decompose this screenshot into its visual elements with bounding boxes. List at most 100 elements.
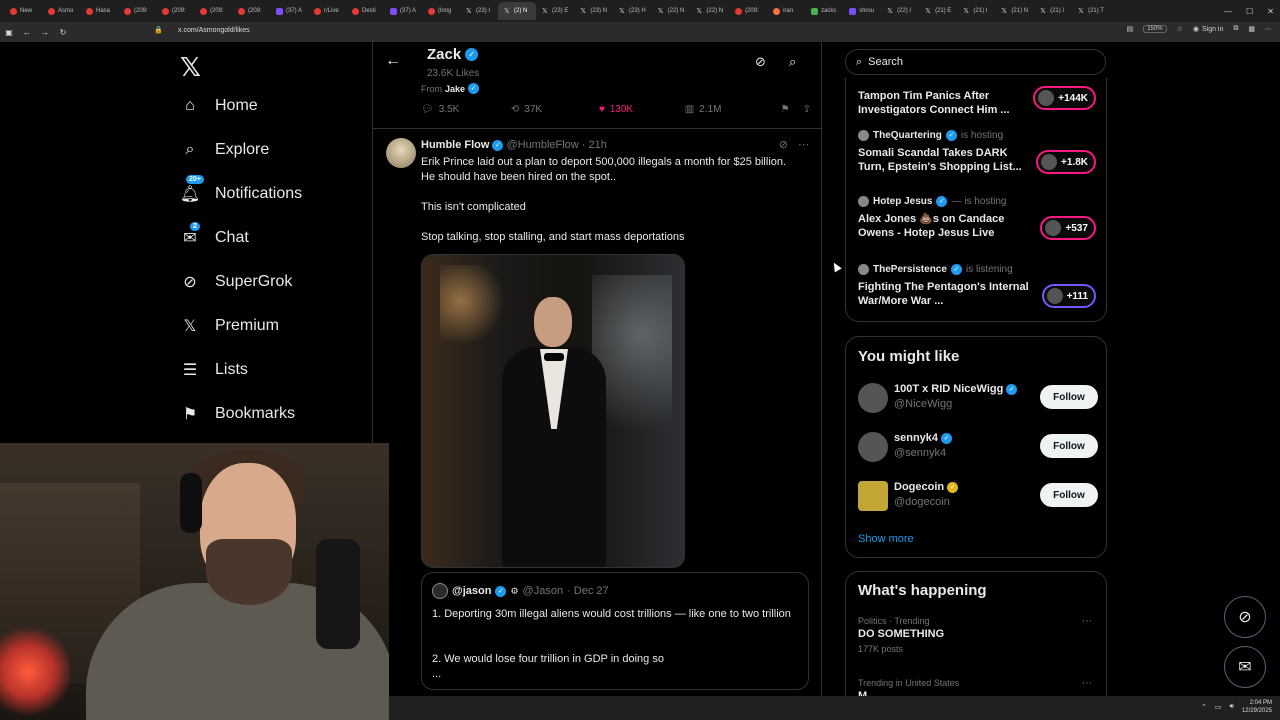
back-icon[interactable]: ← <box>18 28 36 37</box>
like-button[interactable]: ♥ 130K <box>599 104 685 115</box>
browser-tab[interactable]: 𝕏 (21) T <box>1072 2 1110 20</box>
grok-fab-icon[interactable]: ⊘ <box>1224 596 1266 638</box>
forward-icon[interactable]: → <box>36 28 54 37</box>
nav-item-home[interactable]: ⌂ Home <box>180 96 258 116</box>
suggested-account[interactable]: Dogecoin ✓ @dogecoin Follow <box>858 479 1098 513</box>
follow-button[interactable]: Follow <box>1040 483 1098 507</box>
show-more-link[interactable]: Show more <box>858 533 914 545</box>
site-info-icon[interactable]: 🔒 <box>154 26 163 34</box>
menu-icon[interactable]: ⋯ <box>1265 25 1272 33</box>
browser-tab[interactable]: 𝕏 (23) H <box>613 2 652 20</box>
browser-tab[interactable]: 𝕏 (23) I <box>460 2 498 20</box>
space-listeners-pill[interactable]: +144K <box>1033 86 1096 110</box>
nav-item-explore[interactable]: ⌕ Explore <box>180 140 270 160</box>
live-space-item[interactable]: Hotep Jesus ✓ — is hosting Alex Jones 💩s on… <box>858 196 1098 240</box>
suggested-account[interactable]: sennyk4 ✓ @sennyk4 Follow <box>858 430 1098 464</box>
browser-tab[interactable]: shrou <box>843 2 881 20</box>
avatar[interactable] <box>386 138 416 168</box>
close-icon[interactable]: ✕ <box>1267 7 1274 16</box>
volume-icon[interactable]: 🔊︎ <box>1230 703 1234 711</box>
from-name[interactable]: Jake <box>445 84 465 94</box>
more-icon[interactable]: ⋯ <box>1082 616 1092 627</box>
collections-icon[interactable]: ▦ <box>1248 25 1255 33</box>
browser-tab[interactable]: 𝕏 (22) N <box>690 2 729 20</box>
tweet-time[interactable]: · 21h <box>582 139 607 151</box>
views-button[interactable]: ▥ 2.1M <box>685 104 781 115</box>
twitch-icon <box>390 7 398 15</box>
browser-tab[interactable]: (209: <box>729 2 767 20</box>
zoom-indicator[interactable]: 150% <box>1143 25 1167 33</box>
live-space-item[interactable]: TheQuartering ✓ is hosting Somali Scandal T… <box>858 130 1098 174</box>
x-logo-icon[interactable]: 𝕏 <box>180 52 201 83</box>
quoted-tweet[interactable]: @jason ✓ ⚙ @Jason · Dec 27 1. Deporting … <box>421 572 809 690</box>
browser-tab[interactable]: 𝕏 (2) N <box>498 2 537 20</box>
browser-tab[interactable]: 𝕏 (22) N <box>652 2 691 20</box>
live-space-item[interactable]: Tampon Tim Panics After Investigators Co… <box>858 84 1098 117</box>
bookmark-icon[interactable]: ⚑ <box>781 104 803 115</box>
network-icon[interactable]: ▭ <box>1215 703 1222 711</box>
space-listeners-pill[interactable]: +111 <box>1041 284 1096 308</box>
sign-in-button[interactable]: ◉ Sign in <box>1193 25 1224 34</box>
url-field[interactable]: x.com/Asmongold/likes <box>178 27 250 34</box>
nav-item-bookmarks[interactable]: ⚑ Bookmarks <box>180 404 295 424</box>
more-icon[interactable]: ⋯ <box>798 138 809 151</box>
space-listeners-pill[interactable]: +1.8K <box>1036 150 1096 174</box>
back-arrow-icon[interactable]: ← <box>385 52 401 70</box>
browser-tab[interactable]: (209: <box>118 2 156 20</box>
reply-button[interactable]: 💬︎ 3.5K <box>421 104 511 115</box>
browser-tab[interactable]: (long <box>422 2 460 20</box>
trend-item[interactable]: Politics · Trending DO SOMETHING 177K post… <box>858 616 1098 654</box>
browser-tab[interactable]: 𝕏 (21) E <box>919 2 957 20</box>
tweet-handle[interactable]: @HumbleFlow <box>506 139 578 151</box>
browser-tab[interactable]: 𝕏 (21) N <box>995 2 1034 20</box>
search-input[interactable]: ⌕ Search <box>845 49 1106 75</box>
browser-tab[interactable]: Asmo <box>42 2 80 20</box>
browser-tab[interactable]: iran <box>767 2 805 20</box>
browser-tab[interactable]: Desti <box>346 2 384 20</box>
trend-meta: Trending in United States <box>858 678 960 688</box>
live-space-item[interactable]: ThePersistence ✓ is listening Fighting The … <box>858 264 1098 308</box>
share-icon[interactable]: ⇪ <box>803 104 811 115</box>
nav-item-chat[interactable]: ✉ 2 Chat <box>180 222 249 248</box>
sidebar-toggle-icon[interactable]: ▣ <box>0 28 18 37</box>
browser-tab[interactable]: zackc <box>805 2 843 20</box>
browser-tab[interactable]: 𝕏 (23) N <box>574 2 613 20</box>
tweet-author[interactable]: Humble Flow <box>421 139 489 151</box>
messages-fab-icon[interactable]: ✉ <box>1224 646 1266 688</box>
nav-item-notifications[interactable]: 🔔︎ 20+ Notifications <box>180 175 302 204</box>
browser-tab[interactable]: New <box>4 2 42 20</box>
browser-tab[interactable]: (209: <box>232 2 270 20</box>
nav-item-supergrok[interactable]: ⊘ SuperGrok <box>180 272 292 292</box>
grok-icon[interactable]: ⊘ <box>779 138 788 151</box>
browser-tab[interactable]: 𝕏 (21) I <box>957 2 995 20</box>
grok-icon[interactable]: ⊘ <box>755 54 766 70</box>
search-icon[interactable]: ⌕ <box>789 54 796 70</box>
browser-tab[interactable]: r/Live <box>308 2 346 20</box>
browser-tab[interactable]: (209: <box>156 2 194 20</box>
reader-icon[interactable]: ▤ <box>1127 25 1134 33</box>
browser-tab[interactable]: (37) A <box>384 2 422 20</box>
browser-tab[interactable]: (37) A <box>270 2 308 20</box>
tweet-image[interactable] <box>421 254 685 568</box>
browser-tab[interactable]: (209: <box>194 2 232 20</box>
repost-button[interactable]: ⟲ 37K <box>511 104 599 115</box>
browser-tab[interactable]: Hasa <box>80 2 118 20</box>
minimize-icon[interactable]: — <box>1224 7 1232 16</box>
tray-expand-icon[interactable]: ⌃ <box>1201 703 1207 711</box>
nav-item-premium[interactable]: 𝕏 Premium <box>180 316 279 336</box>
browser-tab[interactable]: 𝕏 (21) I <box>1034 2 1072 20</box>
suggested-account[interactable]: 100T x RID NiceWigg ✓ @NiceWigg Follow <box>858 381 1098 415</box>
browser-tab[interactable]: 𝕏 (23) E <box>536 2 574 20</box>
more-icon[interactable]: ⋯ <box>1082 678 1092 689</box>
favorite-star-icon[interactable]: ☆ <box>1177 25 1183 33</box>
reload-icon[interactable]: ↻ <box>54 28 72 37</box>
clock[interactable]: 2:04 PM 12/29/2025 <box>1242 699 1272 715</box>
tab-label: (37) A <box>400 8 417 14</box>
extensions-icon[interactable]: ⧉ <box>1233 25 1238 33</box>
follow-button[interactable]: Follow <box>1040 434 1098 458</box>
follow-button[interactable]: Follow <box>1040 385 1098 409</box>
nav-item-lists[interactable]: ☰ Lists <box>180 360 248 380</box>
maximize-icon[interactable]: ☐ <box>1246 7 1253 16</box>
space-listeners-pill[interactable]: +537 <box>1040 216 1096 240</box>
browser-tab[interactable]: 𝕏 (22) I <box>881 2 919 20</box>
